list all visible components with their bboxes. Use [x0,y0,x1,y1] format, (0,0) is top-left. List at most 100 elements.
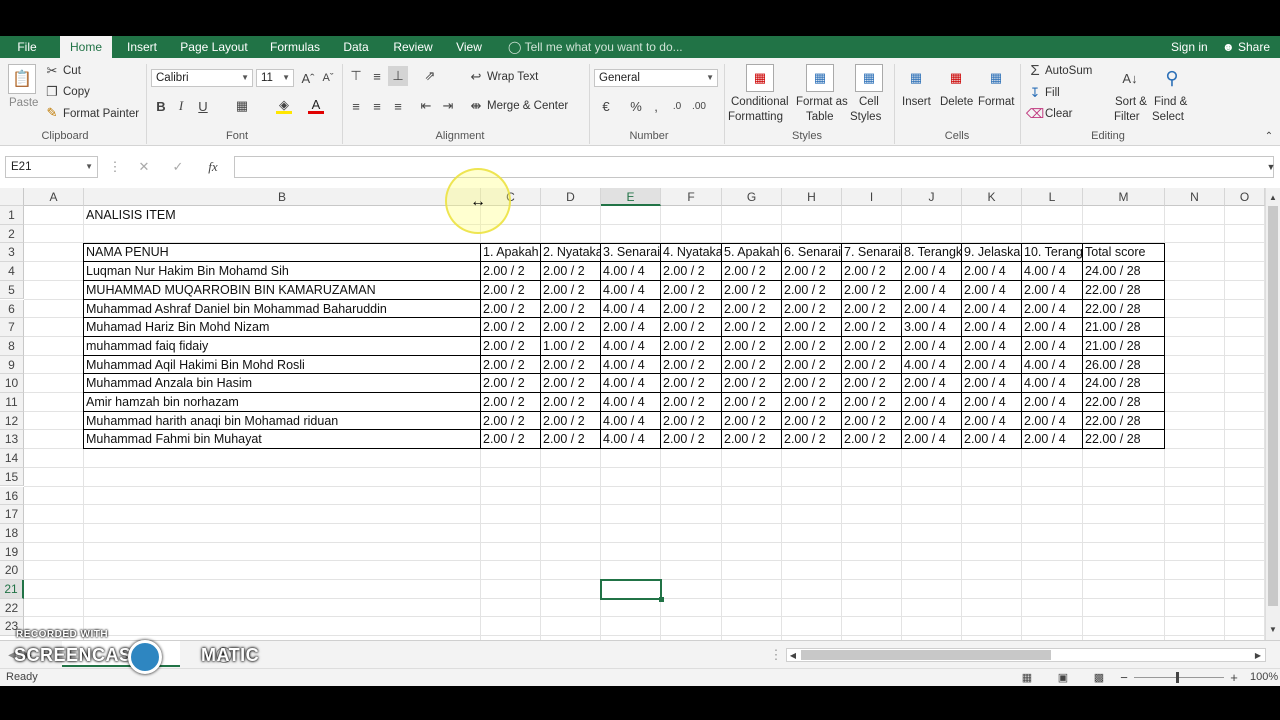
score-cell[interactable]: 2.00 / 2 [842,393,902,411]
vertical-scrollbar[interactable]: ▲ ▼ [1265,188,1280,640]
score-cell[interactable]: 26.00 / 28 [1083,356,1165,374]
score-cell[interactable]: 22.00 / 28 [1083,412,1165,430]
scroll-up-icon[interactable]: ▲ [1268,192,1278,202]
row-header-18[interactable]: 18 [0,523,24,543]
tab-data[interactable]: Data [338,36,374,58]
decrease-decimal-icon[interactable]: .00 [690,98,708,114]
header-cell[interactable]: 2. Nyataka [541,243,601,261]
find-select-button[interactable]: Find & [1154,96,1187,108]
score-cell[interactable]: 2.00 / 2 [541,318,601,336]
column-header-d[interactable]: D [541,188,601,206]
score-cell[interactable]: 24.00 / 28 [1083,374,1165,392]
header-cell[interactable]: 5. Apakah [722,243,782,261]
score-cell[interactable]: 2.00 / 2 [481,430,541,448]
score-cell[interactable]: 2.00 / 4 [1022,412,1083,430]
column-header-o[interactable]: O [1225,188,1265,206]
merge-center-button[interactable]: Merge & Center [487,100,568,112]
align-bottom-icon[interactable]: ⊥ [388,66,408,86]
number-format-box[interactable]: General ▼ [594,69,718,87]
score-cell[interactable]: 2.00 / 2 [842,300,902,318]
score-cell[interactable]: 22.00 / 28 [1083,393,1165,411]
row-header-2[interactable]: 2 [0,224,24,244]
score-cell[interactable]: 2.00 / 2 [782,300,842,318]
score-cell[interactable]: 2.00 / 2 [481,374,541,392]
column-header-f[interactable]: F [661,188,722,206]
autosum-button[interactable]: AutoSum [1045,65,1092,77]
row-header-19[interactable]: 19 [0,542,24,562]
score-cell[interactable]: 2.00 / 2 [722,318,782,336]
row-header-7[interactable]: 7 [0,318,24,337]
student-name-cell[interactable]: Muhamad Hariz Bin Mohd Nizam [84,318,481,336]
student-name-cell[interactable]: Muhammad Aqil Hakimi Bin Mohd Rosli [84,356,481,374]
align-right-icon[interactable]: ≡ [390,98,406,114]
row-header-11[interactable]: 11 [0,393,24,412]
score-cell[interactable]: 2.00 / 2 [661,356,722,374]
page-layout-view-icon[interactable]: ▣ [1056,670,1070,684]
row-header-10[interactable]: 10 [0,374,24,393]
insert-cells-button[interactable]: Insert [902,96,931,108]
score-cell[interactable]: 2.00 / 2 [661,318,722,336]
student-name-cell[interactable]: Muhammad harith anaqi bin Mohamad riduan [84,412,481,430]
score-cell[interactable]: 2.00 / 2 [722,262,782,280]
font-name-box[interactable]: Calibri ▼ [151,69,253,87]
function-fx-icon[interactable]: fx [204,159,222,175]
fill-color-icon[interactable]: ◈ [276,97,292,114]
row-header-17[interactable]: 17 [0,505,24,524]
score-cell[interactable]: 2.00 / 4 [902,262,962,280]
score-cell[interactable]: 2.00 / 2 [782,281,842,299]
score-cell[interactable]: 2.00 / 2 [782,393,842,411]
bold-icon[interactable]: B [154,98,168,114]
format-painter-button[interactable]: Format Painter [63,108,139,120]
score-cell[interactable]: 2.00 / 2 [842,412,902,430]
score-cell[interactable]: 2.00 / 2 [722,281,782,299]
share-button[interactable]: ☻ Share [1222,36,1270,58]
tab-view[interactable]: View [452,36,486,58]
score-cell[interactable]: 4.00 / 4 [601,430,661,448]
score-cell[interactable]: 2.00 / 4 [902,430,962,448]
column-header-i[interactable]: I [842,188,902,206]
align-middle-icon[interactable]: ≡ [369,68,385,84]
score-cell[interactable]: 2.00 / 2 [661,430,722,448]
score-cell[interactable]: 2.00 / 2 [661,281,722,299]
drag-handle-icon[interactable]: ⋮ [109,159,122,174]
score-cell[interactable]: 2.00 / 4 [962,337,1022,355]
sort-filter-button[interactable]: Sort & [1115,96,1147,108]
h-scroll-thumb[interactable] [801,650,1051,660]
score-cell[interactable]: 2.00 / 4 [962,430,1022,448]
score-cell[interactable]: 2.00 / 2 [722,412,782,430]
score-cell[interactable]: 2.00 / 2 [842,374,902,392]
delete-cells-button[interactable]: Delete [940,96,973,108]
underline-icon[interactable]: U [196,98,210,114]
score-cell[interactable]: 2.00 / 2 [661,412,722,430]
score-cell[interactable]: 2.00 / 4 [1022,318,1083,336]
score-cell[interactable]: 2.00 / 2 [782,262,842,280]
score-cell[interactable]: 4.00 / 4 [1022,374,1083,392]
align-center-icon[interactable]: ≡ [369,98,385,114]
score-cell[interactable]: 4.00 / 4 [601,262,661,280]
score-cell[interactable]: 4.00 / 4 [1022,356,1083,374]
cell-styles-button[interactable]: Cell [859,96,879,108]
score-cell[interactable]: 2.00 / 2 [481,356,541,374]
score-cell[interactable]: 2.00 / 4 [902,337,962,355]
zoom-slider-thumb[interactable] [1176,672,1179,683]
scroll-left-icon[interactable]: ◀ [788,649,798,661]
fill-handle[interactable] [659,596,664,602]
score-cell[interactable]: 4.00 / 4 [902,356,962,374]
header-cell[interactable]: NAMA PENUH [84,243,481,261]
fill-button[interactable]: Fill [1045,87,1060,99]
score-cell[interactable]: 2.00 / 2 [541,393,601,411]
score-cell[interactable]: 2.00 / 2 [481,318,541,336]
comma-icon[interactable]: , [650,98,662,114]
score-cell[interactable]: 2.00 / 2 [541,430,601,448]
worksheet-grid[interactable]: ABCDEFGHIJKLMNO 1 2 3 4 5 6 7 8 9 10 11 12 13 14 15 16 1… [0,188,1280,640]
score-cell[interactable]: 4.00 / 4 [601,281,661,299]
score-cell[interactable]: 2.00 / 2 [842,262,902,280]
tab-insert[interactable]: Insert [120,36,164,58]
student-name-cell[interactable]: Luqman Nur Hakim Bin Mohamd Sih [84,262,481,280]
header-cell[interactable]: 8. Terangk [902,243,962,261]
score-cell[interactable]: 2.00 / 2 [481,281,541,299]
score-cell[interactable]: 3.00 / 4 [902,318,962,336]
score-cell[interactable]: 2.00 / 2 [782,337,842,355]
score-cell[interactable]: 22.00 / 28 [1083,300,1165,318]
score-cell[interactable]: 4.00 / 4 [1022,262,1083,280]
